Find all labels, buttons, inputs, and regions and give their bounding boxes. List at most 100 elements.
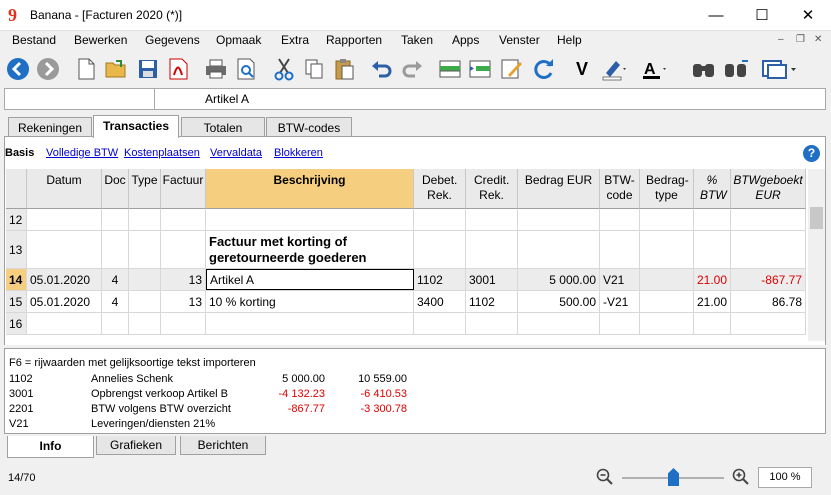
cell-bedrag-type[interactable] bbox=[640, 313, 694, 334]
view-blokkeren[interactable]: Blokkeren bbox=[274, 147, 323, 159]
maximize-button[interactable]: ☐ bbox=[739, 0, 785, 31]
cell-factuur[interactable] bbox=[161, 313, 206, 334]
close-button[interactable]: ✕ bbox=[785, 0, 831, 31]
table-row[interactable]: 15 05.01.2020 4 13 10 % korting 3400 110… bbox=[6, 291, 806, 313]
recheck-icon[interactable] bbox=[530, 55, 558, 83]
zoom-out-icon[interactable] bbox=[596, 468, 614, 489]
cell-credit[interactable]: 1102 bbox=[466, 291, 518, 312]
cell-bedrag[interactable]: 5 000.00 bbox=[518, 269, 600, 290]
cell-bedrag-type[interactable] bbox=[640, 291, 694, 312]
cell-bedrag-type[interactable] bbox=[640, 269, 694, 290]
tab-grafieken[interactable]: Grafieken bbox=[96, 436, 176, 455]
new-file-icon[interactable] bbox=[72, 55, 100, 83]
tab-totalen[interactable]: Totalen bbox=[181, 117, 265, 138]
cell-credit[interactable] bbox=[466, 313, 518, 334]
cell-factuur[interactable]: 13 bbox=[161, 291, 206, 312]
view-kostenplaatsen[interactable]: Kostenplaatsen bbox=[124, 147, 200, 159]
cell-doc[interactable]: 4 bbox=[102, 291, 129, 312]
cell-bedrag-type[interactable] bbox=[640, 231, 694, 268]
copy-icon[interactable] bbox=[300, 55, 328, 83]
menu-rapporten[interactable]: Rapporten bbox=[326, 33, 382, 47]
cell-pct-btw[interactable] bbox=[694, 209, 731, 230]
cell-btw-code[interactable] bbox=[600, 313, 640, 334]
zoom-slider[interactable] bbox=[622, 468, 724, 486]
cell-btw-geboekt[interactable]: 86.78 bbox=[731, 291, 806, 312]
save-icon[interactable] bbox=[134, 55, 162, 83]
cell-bedrag[interactable] bbox=[518, 313, 600, 334]
cell-datum[interactable]: 05.01.2020 bbox=[27, 291, 102, 312]
table-row[interactable]: 13 Factuur met korting of geretourneerde… bbox=[6, 231, 806, 269]
header-debet-rek[interactable]: Debet. Rek. bbox=[414, 169, 466, 209]
find-replace-icon[interactable] bbox=[722, 55, 750, 83]
header-credit-rek[interactable]: Credit. Rek. bbox=[466, 169, 518, 209]
cell-type[interactable] bbox=[129, 209, 161, 230]
table-row-current[interactable]: 14 05.01.2020 4 13 Artikel A 1102 3001 5… bbox=[6, 269, 806, 291]
cell-beschrijving[interactable] bbox=[206, 209, 414, 230]
zoom-level-input[interactable]: 100 % bbox=[758, 467, 812, 488]
cut-icon[interactable] bbox=[270, 55, 298, 83]
menu-extra[interactable]: Extra bbox=[281, 33, 309, 47]
cell-btw-code[interactable] bbox=[600, 231, 640, 268]
insert-rows-icon[interactable] bbox=[436, 55, 464, 83]
header-bedrag-eur[interactable]: Bedrag EUR bbox=[518, 169, 600, 209]
tab-berichten[interactable]: Berichten bbox=[180, 436, 266, 455]
cell-pct-btw[interactable] bbox=[694, 231, 731, 268]
cell-type[interactable] bbox=[129, 291, 161, 312]
cell-debet[interactable] bbox=[414, 231, 466, 268]
cell-datum[interactable] bbox=[27, 313, 102, 334]
highlight-color-icon[interactable] bbox=[600, 55, 628, 83]
menu-bewerken[interactable]: Bewerken bbox=[74, 33, 127, 47]
open-folder-icon[interactable] bbox=[102, 55, 130, 83]
header-beschrijving[interactable]: Beschrijving bbox=[206, 169, 414, 209]
cell-btw-geboekt[interactable] bbox=[731, 313, 806, 334]
cell-beschrijving[interactable]: 10 % korting bbox=[206, 291, 414, 312]
header-datum[interactable]: Datum bbox=[27, 169, 102, 209]
cell-doc[interactable] bbox=[102, 313, 129, 334]
cell-btw-geboekt[interactable] bbox=[731, 231, 806, 268]
cell-bedrag[interactable] bbox=[518, 231, 600, 268]
menu-opmaak[interactable]: Opmaak bbox=[216, 33, 261, 47]
cell-beschrijving-selected[interactable]: Artikel A bbox=[206, 269, 414, 290]
cell-doc[interactable] bbox=[102, 209, 129, 230]
header-doc[interactable]: Doc bbox=[102, 169, 129, 209]
vertical-scrollbar[interactable] bbox=[808, 169, 825, 341]
cell-debet[interactable]: 1102 bbox=[414, 269, 466, 290]
header-pct-btw[interactable]: % BTW bbox=[694, 169, 731, 209]
header-bedrag-type[interactable]: Bedrag-type bbox=[640, 169, 694, 209]
view-basis[interactable]: Basis bbox=[5, 147, 34, 159]
menu-taken[interactable]: Taken bbox=[401, 33, 433, 47]
cell-datum[interactable] bbox=[27, 231, 102, 268]
menu-apps[interactable]: Apps bbox=[452, 33, 479, 47]
print-icon[interactable] bbox=[202, 55, 230, 83]
cell-btw-code[interactable] bbox=[600, 209, 640, 230]
cell-pct-btw[interactable] bbox=[694, 313, 731, 334]
cell-factuur[interactable]: 13 bbox=[161, 269, 206, 290]
cell-bedrag[interactable] bbox=[518, 209, 600, 230]
text-color-icon[interactable]: A bbox=[640, 55, 668, 83]
menu-gegevens[interactable]: Gegevens bbox=[145, 33, 200, 47]
cell-btw-code[interactable]: -V21 bbox=[600, 291, 640, 312]
tab-info[interactable]: Info bbox=[7, 436, 94, 458]
scrollbar-thumb[interactable] bbox=[810, 207, 823, 229]
mdi-minimize-icon[interactable]: – bbox=[778, 34, 784, 45]
zoom-slider-thumb[interactable] bbox=[668, 468, 679, 486]
menu-bestand[interactable]: Bestand bbox=[12, 33, 56, 47]
menu-venster[interactable]: Venster bbox=[499, 33, 540, 47]
table-row[interactable]: 16 bbox=[6, 313, 806, 335]
cell-content-input[interactable]: Artikel A bbox=[205, 92, 249, 106]
cell-type[interactable] bbox=[129, 313, 161, 334]
cell-datum[interactable]: 05.01.2020 bbox=[27, 269, 102, 290]
help-icon[interactable]: ? bbox=[803, 145, 820, 162]
find-icon[interactable] bbox=[690, 55, 718, 83]
menu-help[interactable]: Help bbox=[557, 33, 582, 47]
minimize-button[interactable]: — bbox=[693, 0, 739, 31]
cell-factuur[interactable] bbox=[161, 231, 206, 268]
view-vervaldata[interactable]: Vervaldata bbox=[210, 147, 262, 159]
cell-factuur[interactable] bbox=[161, 209, 206, 230]
mdi-close-icon[interactable]: ✕ bbox=[814, 34, 822, 45]
cell-credit[interactable]: 3001 bbox=[466, 269, 518, 290]
window-switch-icon[interactable] bbox=[760, 55, 800, 83]
cell-debet[interactable] bbox=[414, 209, 466, 230]
zoom-in-icon[interactable] bbox=[732, 468, 750, 489]
cell-type[interactable] bbox=[129, 231, 161, 268]
